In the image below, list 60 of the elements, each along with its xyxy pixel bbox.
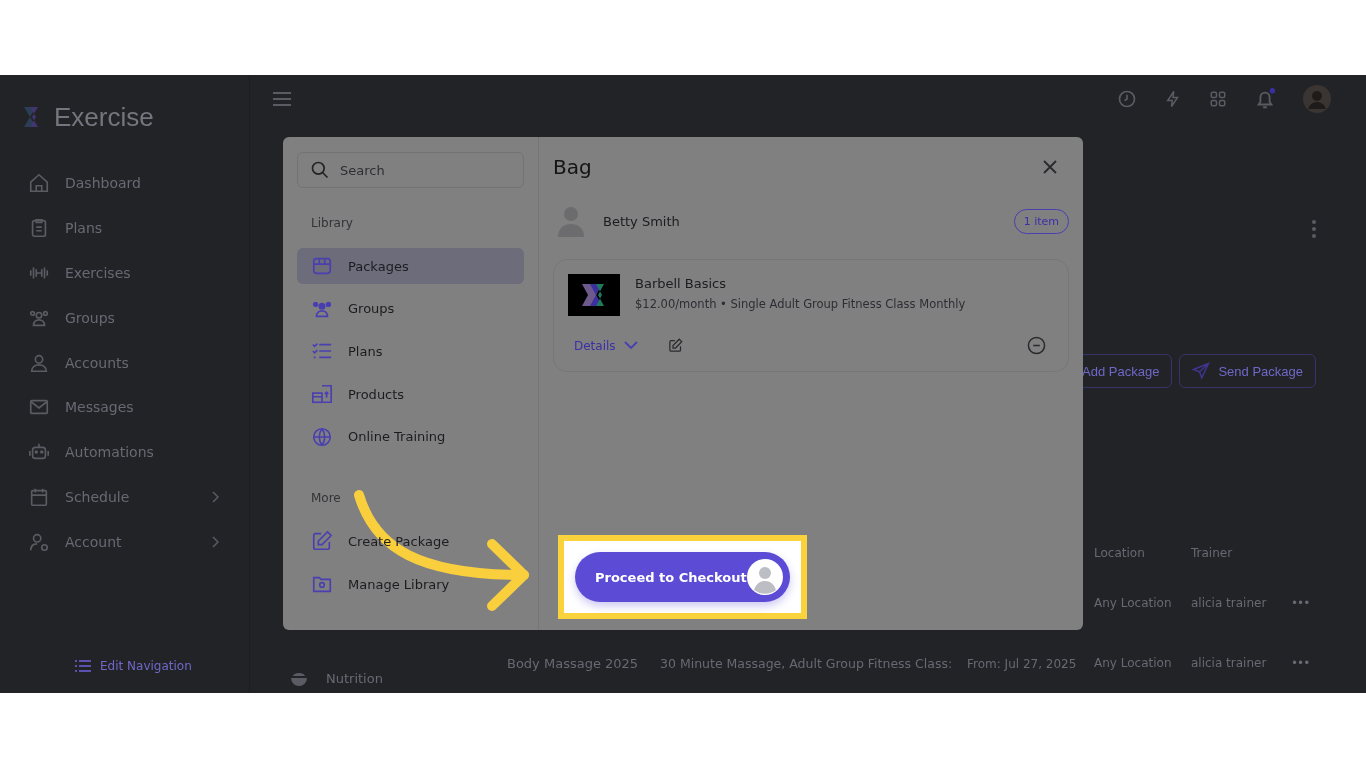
customer-name: Betty Smith bbox=[603, 213, 681, 229]
row-menu[interactable]: ••• bbox=[1291, 596, 1321, 610]
search-field[interactable]: Search bbox=[297, 152, 524, 188]
package-thumbnail bbox=[568, 274, 620, 316]
chevron-down-icon[interactable] bbox=[623, 341, 638, 350]
package-button[interactable]: Send Package bbox=[1179, 354, 1316, 388]
package-name: Barbell Basics bbox=[635, 276, 728, 291]
grid-icon[interactable] bbox=[1209, 89, 1227, 108]
bell-icon[interactable] bbox=[1254, 87, 1276, 110]
section-title: Library bbox=[310, 215, 354, 232]
menu-icon[interactable] bbox=[273, 91, 291, 106]
paper-plane-icon bbox=[1192, 362, 1211, 380]
table-cell-text: Any Location bbox=[1094, 596, 1173, 610]
edit-icon bbox=[311, 530, 333, 553]
sidebar-item[interactable]: Plans bbox=[0, 205, 249, 251]
table-cell: 30 Minute Massage, Adult Group Fitness Class: bbox=[660, 655, 953, 671]
avatar-icon bbox=[747, 559, 783, 595]
package-detail: $12.00/month • Single Adult Group Fitness Class Monthly bbox=[635, 297, 966, 311]
section-title: More bbox=[310, 490, 342, 508]
library-item[interactable]: Packages bbox=[297, 248, 524, 284]
sidebar-item[interactable]: Schedule bbox=[0, 474, 249, 520]
search-icon bbox=[310, 160, 330, 180]
remove-icon[interactable] bbox=[1027, 336, 1046, 355]
list-icon bbox=[75, 659, 91, 673]
library-item[interactable]: Online Training bbox=[297, 418, 524, 455]
close-icon[interactable] bbox=[1043, 160, 1057, 174]
box-icon bbox=[311, 255, 333, 277]
table-cell: Body Massage 2025 bbox=[507, 655, 639, 671]
edit-navigation-link[interactable]: Edit Navigation bbox=[75, 659, 249, 673]
sidebar-item[interactable]: Groups bbox=[0, 295, 249, 341]
table-cell-text: alicia trainer bbox=[1191, 656, 1268, 670]
library-item[interactable]: Manage Library bbox=[297, 566, 524, 603]
dialog-title: Bag bbox=[553, 155, 592, 179]
nutrition-nav-item[interactable]: Nutrition bbox=[290, 637, 383, 687]
home-icon bbox=[28, 172, 50, 195]
column-header: Location bbox=[1094, 546, 1146, 560]
sidebar-item[interactable]: Automations bbox=[0, 429, 249, 475]
checkout-button[interactable]: Proceed to Checkout bbox=[575, 552, 790, 602]
brand-name: Exercise bbox=[54, 101, 154, 133]
clock-icon[interactable] bbox=[1117, 88, 1137, 109]
sidebar-item[interactable]: Messages bbox=[0, 385, 249, 430]
globe-icon bbox=[311, 425, 333, 448]
table-cell-text: Any Location bbox=[1094, 656, 1173, 670]
details-toggle[interactable]: Details bbox=[574, 338, 616, 353]
edit-icon[interactable] bbox=[667, 338, 683, 353]
sidebar-item[interactable]: Exercises bbox=[0, 250, 249, 296]
boxes-icon bbox=[311, 383, 333, 406]
table-cell: From: Jul 27, 2025 bbox=[967, 656, 1077, 671]
bowl-icon bbox=[290, 671, 308, 686]
avatar-icon[interactable] bbox=[1303, 84, 1331, 113]
sidebar-item[interactable]: Accounts bbox=[0, 340, 249, 385]
sidebar-item[interactable]: Dashboard bbox=[0, 161, 249, 206]
library-item[interactable]: Products bbox=[297, 376, 524, 413]
column-header: Trainer bbox=[1191, 546, 1234, 560]
library-item[interactable]: Plans bbox=[297, 333, 524, 370]
library-item[interactable]: Groups bbox=[297, 290, 524, 327]
sidebar-item[interactable]: Account bbox=[0, 519, 249, 565]
more-options-icon[interactable] bbox=[1312, 220, 1316, 238]
table-cell-text: alicia trainer bbox=[1191, 596, 1268, 610]
row-menu[interactable]: ••• bbox=[1291, 656, 1321, 670]
